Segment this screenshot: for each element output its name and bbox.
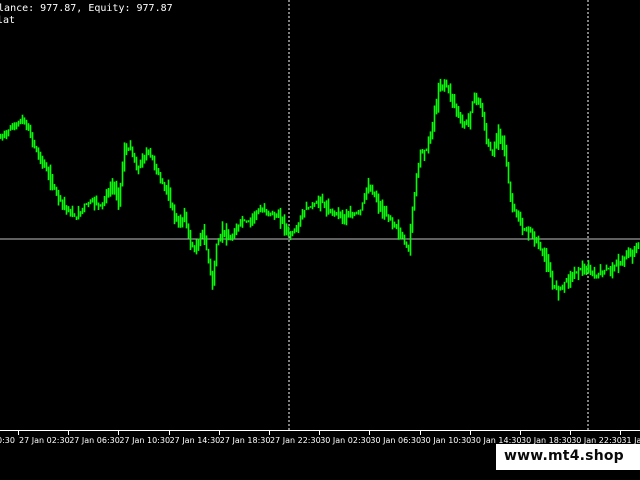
time-tick-label: 30 Jan 10:30 (420, 436, 472, 445)
time-tick-mark (520, 431, 521, 435)
time-tick-label: 27 Jan 14:30 (169, 436, 221, 445)
time-tick-label: 27 Jan 06:30 (69, 436, 120, 445)
balance-equity-label: Balance: 977.87, Equity: 977.87 (0, 3, 173, 14)
time-tick-mark (369, 431, 371, 435)
time-tick-mark (620, 431, 622, 435)
time-tick-label: 30 Jan 06:30 (370, 436, 422, 445)
price-chart-area[interactable] (0, 0, 640, 430)
time-tick-label: 27 Jan 22:30 (270, 436, 321, 445)
time-tick-label: 27 Jan 02:30 (19, 436, 70, 445)
time-tick-label: 0:30 (0, 436, 15, 445)
time-tick-label: 30 Jan 02:30 (320, 436, 371, 445)
time-tick-mark (419, 431, 421, 435)
position-status-label: Flat (0, 15, 16, 26)
time-tick-mark (570, 431, 572, 435)
time-tick-mark (469, 431, 471, 435)
time-tick-label: 27 Jan 18:30 (219, 436, 271, 445)
chart-window[interactable]: Balance: 977.87, Equity: 977.87 Flat 0:3… (0, 0, 640, 480)
price-candles (0, 0, 640, 430)
watermark-text: www.mt4.shop (504, 448, 624, 464)
time-tick-mark (319, 431, 321, 435)
time-tick-mark (168, 431, 170, 435)
time-tick-mark (18, 431, 19, 435)
time-tick-mark (218, 431, 220, 435)
time-tick-mark (269, 431, 270, 435)
time-tick-mark (118, 431, 120, 435)
time-tick-label: 27 Jan 10:30 (119, 436, 171, 445)
time-tick-mark (68, 431, 70, 435)
